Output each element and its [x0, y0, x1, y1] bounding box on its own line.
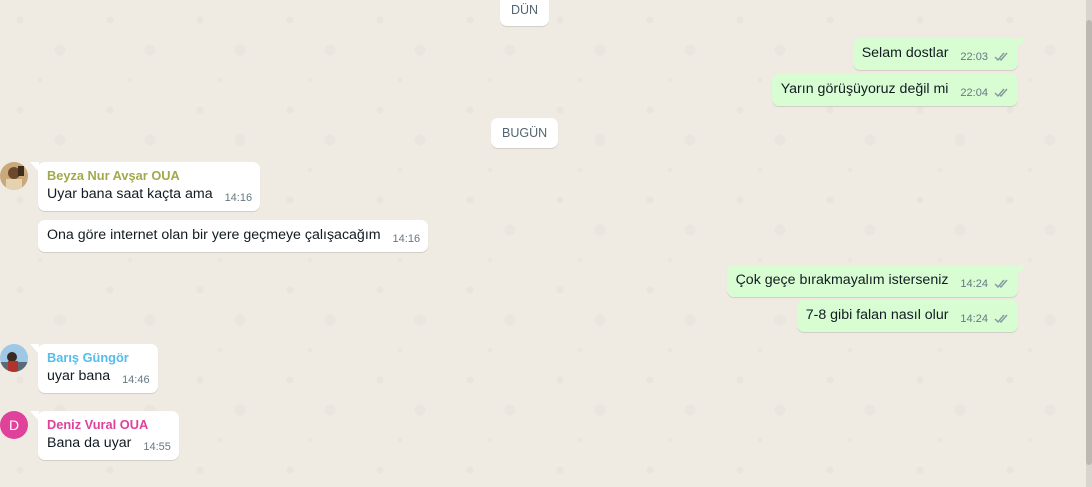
incoming-message[interactable]: Beyza Nur Avşar OUA Uyar bana saat kaçta…: [30, 162, 261, 211]
message-time: 14:46: [122, 374, 150, 386]
double-check-icon: [994, 52, 1008, 62]
date-separator-today: BUGÜN: [491, 118, 559, 148]
message-meta: 22:04: [960, 87, 1010, 99]
chat-panel: DÜN Selam dostlar 22:03 Yarın görüşüyoru…: [0, 0, 1086, 487]
message-text: Uyar bana saat kaçta ama: [47, 186, 213, 202]
outgoing-message[interactable]: Yarın görüşüyoruz değil mi 22:04: [771, 74, 1018, 106]
message-text: uyar bana: [47, 368, 111, 384]
double-check-icon: [994, 314, 1008, 324]
message-text: 7-8 gibi falan nasıl olur: [805, 307, 949, 323]
date-separator-yesterday: DÜN: [500, 0, 550, 26]
message-meta: 22:03: [960, 51, 1010, 63]
bubble-tail: [1017, 38, 1026, 48]
message-text: Çok geçe bırakmayalım isterseniz: [735, 272, 949, 288]
avatar-deniz[interactable]: D: [0, 411, 28, 439]
double-check-icon: [994, 88, 1008, 98]
avatar-baris[interactable]: [0, 344, 28, 372]
outgoing-message[interactable]: Selam dostlar 22:03: [852, 38, 1026, 70]
message-time: 14:55: [143, 441, 171, 453]
scrollbar[interactable]: [1086, 0, 1092, 487]
bubble-tail: [1017, 265, 1026, 275]
scrollbar-thumb[interactable]: [1086, 20, 1092, 465]
message-time: 22:03: [960, 51, 988, 63]
message-time: 22:04: [960, 87, 988, 99]
message-time: 14:24: [960, 278, 988, 290]
message-time: 14:16: [224, 192, 253, 204]
message-text: Ona göre internet olan bir yere geçmeye …: [47, 227, 381, 243]
sender-name: Barış Güngör: [47, 350, 129, 365]
message-time: 14:24: [960, 313, 988, 325]
message-text: Bana da uyar: [47, 435, 132, 451]
bubble-tail: [30, 411, 39, 421]
message-meta: 14:24: [960, 278, 1010, 290]
bubble-tail: [30, 344, 39, 354]
incoming-message[interactable]: Ona göre internet olan bir yere geçmeye …: [38, 220, 429, 252]
double-check-icon: [994, 279, 1008, 289]
sender-name: Deniz Vural OUA: [47, 417, 149, 432]
profile-photo-icon: [0, 162, 28, 190]
profile-photo-icon: [0, 344, 28, 372]
message-text: Selam dostlar: [861, 45, 949, 61]
message-text: Yarın görüşüyoruz değil mi: [780, 81, 949, 97]
message-time: 14:16: [392, 233, 421, 245]
sender-name: Beyza Nur Avşar OUA: [47, 168, 180, 183]
bubble-tail: [30, 162, 39, 172]
avatar-beyza[interactable]: [0, 162, 28, 190]
message-meta: 14:24: [960, 313, 1010, 325]
incoming-message[interactable]: Barış Güngör uyar bana 14:46: [30, 344, 158, 393]
outgoing-message[interactable]: Çok geçe bırakmayalım isterseniz 14:24: [726, 265, 1026, 297]
incoming-message[interactable]: Deniz Vural OUA Bana da uyar 14:55: [30, 411, 179, 460]
outgoing-message[interactable]: 7-8 gibi falan nasıl olur 14:24: [796, 300, 1018, 332]
